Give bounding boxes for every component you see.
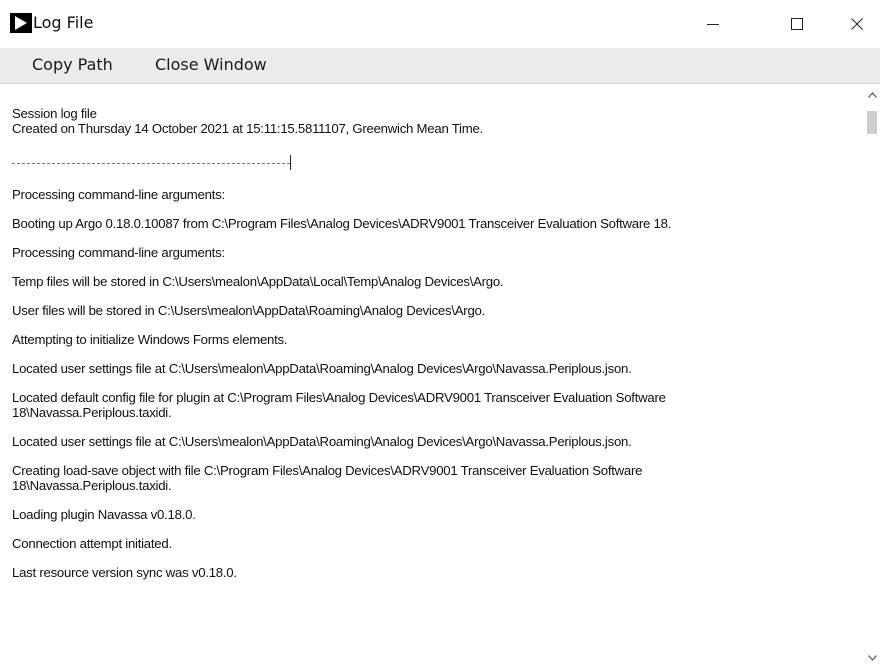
log-entry: Located default config file for plugin a… xyxy=(12,390,666,420)
title-bar[interactable]: Log File xyxy=(0,0,880,48)
log-entry: Attempting to initialize Windows Forms e… xyxy=(12,332,288,347)
log-entry: Creating load-save object with file C:\P… xyxy=(12,463,643,493)
log-entry: Connection attempt initiated. xyxy=(12,536,172,551)
close-button[interactable] xyxy=(834,0,880,48)
log-text-area[interactable]: Session log file Created on Thursday 14 … xyxy=(0,83,880,668)
close-window-menu-item[interactable]: Close Window xyxy=(153,48,269,83)
log-entry: Processing command-line arguments: xyxy=(12,187,225,202)
maximize-icon xyxy=(791,18,803,30)
text-cursor xyxy=(290,155,291,170)
log-entry: Located user settings file at C:\Users\m… xyxy=(12,434,632,449)
log-header-line: Session log file xyxy=(12,106,97,121)
maximize-button[interactable] xyxy=(774,0,820,48)
app-icon xyxy=(10,13,32,33)
log-entry: Last resource version sync was v0.18.0. xyxy=(12,565,237,580)
scroll-up-button[interactable] xyxy=(864,84,880,106)
log-created-line: Created on Thursday 14 October 2021 at 1… xyxy=(12,121,483,136)
menu-bar: Copy Path Close Window xyxy=(0,48,880,83)
copy-path-menu-item[interactable]: Copy Path xyxy=(30,48,115,83)
chevron-up-icon xyxy=(867,92,877,98)
minimize-icon xyxy=(707,24,719,25)
log-entry: Located user settings file at C:\Users\m… xyxy=(12,361,632,376)
separator-dashes xyxy=(12,163,290,164)
minimize-button[interactable] xyxy=(690,0,736,48)
close-icon xyxy=(851,18,863,30)
log-entry: Processing command-line arguments: xyxy=(12,245,225,260)
window-title: Log File xyxy=(33,13,94,32)
log-text: Session log file Created on Thursday 14 … xyxy=(12,106,857,580)
vertical-scrollbar[interactable] xyxy=(864,84,880,668)
log-entry: Loading plugin Navassa v0.18.0. xyxy=(12,507,196,522)
log-entry: Booting up Argo 0.18.0.10087 from C:\Pro… xyxy=(12,216,672,231)
scroll-thumb[interactable] xyxy=(867,111,877,134)
log-entry: User files will be stored in C:\Users\me… xyxy=(12,303,486,318)
log-entry: Temp files will be stored in C:\Users\me… xyxy=(12,274,504,289)
scroll-down-button[interactable] xyxy=(864,647,880,668)
log-separator xyxy=(12,152,857,173)
chevron-down-icon xyxy=(867,655,877,661)
